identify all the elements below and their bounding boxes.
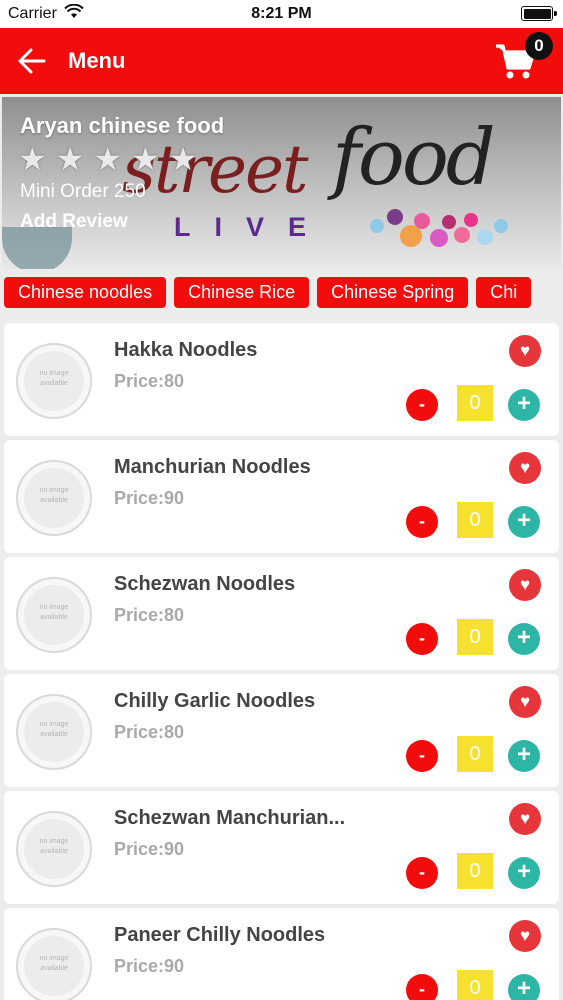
menu-item: no image available Chilly Garlic Noodles P… <box>4 674 559 787</box>
category-tab[interactable]: Chinese Spring <box>317 277 469 308</box>
no-image-text: no image available <box>39 487 69 504</box>
no-image-text: no image available <box>39 721 69 738</box>
battery-icon <box>521 6 557 21</box>
banner-logo-live: LIVE <box>174 212 331 242</box>
star-icon: ★ <box>55 141 85 177</box>
decrease-quantity-button[interactable]: - <box>406 857 438 889</box>
no-image-text: no image available <box>39 838 69 855</box>
restaurant-name: Aryan chinese food <box>20 113 225 138</box>
favorite-heart-icon[interactable]: ♥ <box>509 920 541 952</box>
quantity-value: 0 <box>457 970 493 1000</box>
item-price: Price:90 <box>114 488 185 508</box>
quantity-value: 0 <box>457 385 493 421</box>
no-image-placeholder: no image available <box>16 694 92 770</box>
category-tab[interactable]: Chinese noodles <box>4 277 167 308</box>
cart-count-badge: 0 <box>525 32 553 60</box>
item-name: Paneer Chilly Noodles <box>114 924 326 946</box>
bowl-graphic <box>2 227 72 269</box>
no-image-text: no image available <box>39 604 69 621</box>
min-order: Mini Order 250 <box>20 181 146 202</box>
increase-quantity-button[interactable]: + <box>508 857 540 889</box>
quantity-value: 0 <box>457 853 493 889</box>
item-name: Schezwan Manchurian... <box>114 807 346 829</box>
menu-item: no image available Manchurian Noodles Pric… <box>4 440 559 553</box>
menu-item: no image available Schezwan Manchurian...… <box>4 791 559 904</box>
decrease-quantity-button[interactable]: - <box>406 623 438 655</box>
item-price: Price:80 <box>114 722 185 742</box>
no-image-placeholder: no image available <box>16 343 92 419</box>
star-icon: ★ <box>131 141 160 177</box>
menu-item: no image available Paneer Chilly Noodles P… <box>4 908 559 1000</box>
no-image-text: no image available <box>39 955 69 972</box>
menu-item: no image available Hakka Noodles Price:80 ♥… <box>4 323 559 436</box>
star-icon: ★ <box>93 141 123 177</box>
no-image-placeholder: no image available <box>16 577 92 653</box>
back-arrow-icon[interactable] <box>16 45 48 77</box>
increase-quantity-button[interactable]: + <box>508 740 540 772</box>
category-tab[interactable]: Chi <box>476 277 532 308</box>
star-icon: ★ <box>168 141 198 177</box>
decrease-quantity-button[interactable]: - <box>406 740 438 772</box>
decrease-quantity-button[interactable]: - <box>406 389 438 421</box>
favorite-heart-icon[interactable]: ♥ <box>509 335 541 367</box>
page-title: Menu <box>68 48 126 73</box>
item-name: Hakka Noodles <box>114 339 258 361</box>
increase-quantity-button[interactable]: + <box>508 506 540 538</box>
menu-item: no image available Schezwan Noodles Price:… <box>4 557 559 670</box>
add-review-link[interactable]: Add Review <box>20 211 128 233</box>
menu-item-list: no image available Hakka Noodles Price:80 ♥… <box>0 315 563 1000</box>
item-name: Schezwan Noodles <box>114 573 296 595</box>
quantity-value: 0 <box>457 619 493 655</box>
increase-quantity-button[interactable]: + <box>508 389 540 421</box>
increase-quantity-button[interactable]: + <box>508 974 540 1000</box>
decrease-quantity-button[interactable]: - <box>406 974 438 1000</box>
clock: 8:21 PM <box>251 5 312 22</box>
quantity-value: 0 <box>457 736 493 772</box>
restaurant-banner: street food LIVE Aryan chinese food ★ ★ … <box>2 97 561 269</box>
item-price: Price:90 <box>114 956 185 976</box>
category-tabs: Chinese noodles Chinese Rice Chinese Spr… <box>0 269 563 315</box>
rating-stars: ★ ★ ★ ★ ★ <box>18 141 198 177</box>
increase-quantity-button[interactable]: + <box>508 623 540 655</box>
item-price: Price:80 <box>114 371 185 391</box>
item-name: Chilly Garlic Noodles <box>114 690 316 712</box>
item-price: Price:80 <box>114 605 185 625</box>
item-name: Manchurian Noodles <box>114 456 311 478</box>
no-image-text: no image available <box>39 370 69 387</box>
status-bar: Carrier 8:21 PM <box>0 0 563 28</box>
favorite-heart-icon[interactable]: ♥ <box>509 686 541 718</box>
app-bar: Menu 0 <box>0 28 563 94</box>
star-icon: ★ <box>18 141 47 177</box>
no-image-placeholder: no image available <box>16 811 92 887</box>
category-tab[interactable]: Chinese Rice <box>174 277 310 308</box>
no-image-placeholder: no image available <box>16 460 92 536</box>
quantity-value: 0 <box>457 502 493 538</box>
item-price: Price:90 <box>114 839 185 859</box>
favorite-heart-icon[interactable]: ♥ <box>509 452 541 484</box>
decrease-quantity-button[interactable]: - <box>406 506 438 538</box>
favorite-heart-icon[interactable]: ♥ <box>509 569 541 601</box>
favorite-heart-icon[interactable]: ♥ <box>509 803 541 835</box>
no-image-placeholder: no image available <box>16 928 92 1000</box>
banner-logo-food: food <box>332 113 496 203</box>
